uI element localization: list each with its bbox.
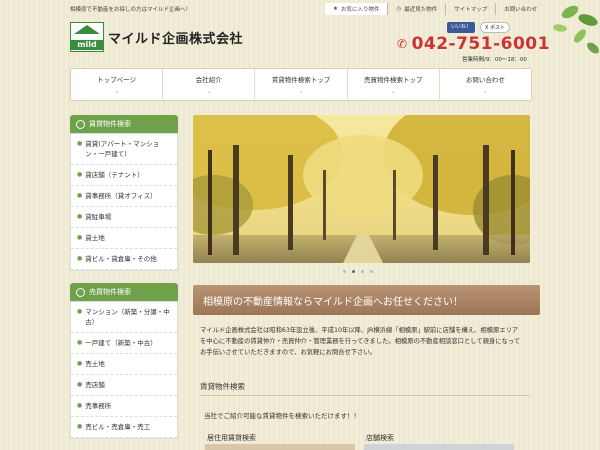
phone-number[interactable]: ✆ 042-751-6001 [397, 34, 550, 54]
global-nav: トップページ ⌄ 会社紹介 ⌄ 賃貸物件検索トップ ⌄ 売買物件検索トップ ⌄ お問い合… [70, 68, 532, 101]
clock-icon: ◷ [396, 6, 402, 12]
nav-rental[interactable]: 賃貸物件検索トップ ⌄ [255, 69, 348, 100]
sidebar-item-rental-parking[interactable]: ● 貸駐車場 [71, 207, 177, 228]
sidebar-item-sale-house[interactable]: ● 一戸建て（新築・中古） [71, 333, 177, 354]
residential-rental-card[interactable] [205, 444, 355, 450]
social-buttons: いいね！ X ポスト [447, 22, 511, 33]
arrow-icon: ● [77, 360, 83, 367]
arrow-icon: ● [77, 171, 83, 178]
arrow-icon: ● [77, 402, 83, 409]
slider-dots [343, 270, 373, 273]
favorites-link[interactable]: ★ お気に入り物件 [325, 3, 388, 15]
slider-dot-1[interactable] [343, 270, 346, 273]
phone-icon: ✆ [397, 37, 408, 51]
arrow-icon: ● [77, 140, 83, 147]
sidebar-item-sale-office[interactable]: ● 売事務所 [71, 396, 177, 417]
store-rental-card-title[interactable]: 店舗検索 [366, 433, 394, 443]
site-logo[interactable]: mild マイルド企画株式会社 [70, 22, 243, 52]
sidebar-item-rental-other[interactable]: ● 貸ビル・貸倉庫・その他 [71, 249, 177, 270]
company-name: マイルド企画株式会社 [108, 31, 244, 47]
arrow-icon: ● [77, 308, 83, 315]
chevron-down-icon: ⌄ [482, 88, 488, 95]
x-post-button[interactable]: X ポスト [480, 22, 511, 33]
arrow-icon: ● [77, 255, 83, 262]
arrow-icon: ● [77, 213, 83, 220]
nav-sale[interactable]: 売買物件検索トップ ⌄ [348, 69, 440, 100]
facebook-like-button[interactable]: いいね！ [447, 22, 476, 33]
star-icon: ★ [333, 6, 338, 12]
arrow-icon: ● [77, 339, 83, 346]
nav-top[interactable]: トップページ ⌄ [71, 69, 164, 100]
slider-dot-4[interactable] [370, 270, 373, 273]
logo-mark: mild [70, 22, 104, 52]
nav-company[interactable]: 会社紹介 ⌄ [163, 69, 256, 100]
sidebar-item-rental-office[interactable]: ● 貸事務所（貸オフィス） [71, 186, 177, 207]
business-hours: 営業時間/9：00～18：00 [462, 57, 527, 63]
arrow-icon: ● [77, 423, 83, 430]
chevron-down-icon: ⌄ [114, 88, 120, 95]
chevron-down-icon: ⌄ [206, 88, 212, 95]
sale-search-list: ● マンション（新築・分譲・中古） ● 一戸建て（新築・中古） ● 売土地 ● 売店舗 … [70, 301, 178, 439]
residential-rental-card-title[interactable]: 居住用賃貸検索 [207, 433, 256, 443]
arrow-icon: ● [77, 381, 83, 388]
chevron-down-icon: ⌄ [390, 88, 396, 95]
search-icon [76, 287, 85, 297]
sidebar-item-sale-other[interactable]: ● 売ビル・売倉庫・売工 [71, 417, 177, 438]
store-rental-card[interactable] [364, 444, 514, 450]
rental-section-description: 当社でご紹介可能な賃貸物件を検索いただけます！！ [204, 412, 360, 420]
rental-search-heading: 賃貸物件検索 [70, 115, 178, 133]
search-icon [76, 119, 85, 129]
sidebar-item-sale-land[interactable]: ● 売土地 [71, 354, 177, 375]
slider-dot-3[interactable] [361, 270, 364, 273]
company-intro: マイルド企画株式会社は昭和63年設立後、平成10年以降、JR横浜線「相模原」駅前… [200, 327, 521, 356]
sidebar-item-rental-residential[interactable]: ● 貸貸(アパート・マンション・一戸建て) [71, 134, 177, 165]
hero-slider-image[interactable] [193, 115, 530, 263]
sidebar-item-sale-mansion[interactable]: ● マンション（新築・分譲・中古） [71, 302, 177, 333]
sidebar-item-rental-land[interactable]: ● 貸土地 [71, 228, 177, 249]
contact-link[interactable]: お問い合わせ [495, 3, 545, 15]
sidebar-item-rental-store[interactable]: ● 貸店舗（テナント） [71, 165, 177, 186]
arrow-icon: ● [77, 234, 83, 241]
main-banner: 相模原の不動産情報ならマイルド企画へお任せください！ [193, 285, 540, 315]
rental-search-list: ● 貸貸(アパート・マンション・一戸建て) ● 貸店舗（テナント） ● 貸事務所（貸オ… [70, 133, 178, 271]
utility-links: ★ お気に入り物件 ◷ 最近見た物件 サイトマップ お問い合わせ [325, 3, 545, 15]
sidebar: 賃貸物件検索 ● 貸貸(アパート・マンション・一戸建て) ● 貸店舗（テナント） ●… [70, 115, 178, 439]
sidebar-item-sale-store[interactable]: ● 売店舗 [71, 375, 177, 396]
sitemap-link[interactable]: サイトマップ [445, 3, 495, 15]
nav-contact[interactable]: お問い合わせ ⌄ [440, 69, 531, 100]
chevron-down-icon: ⌄ [298, 88, 304, 95]
recently-viewed-link[interactable]: ◷ 最近見た物件 [387, 3, 445, 15]
slider-dot-2[interactable] [352, 270, 355, 273]
rental-section-title: 賃貸物件検索 [200, 381, 530, 396]
sale-search-heading: 売買物件検索 [70, 283, 178, 301]
arrow-icon: ● [77, 192, 83, 199]
site-tagline: 相模原で不動産をお探しの方はマイルド企画へ！ [70, 7, 192, 13]
